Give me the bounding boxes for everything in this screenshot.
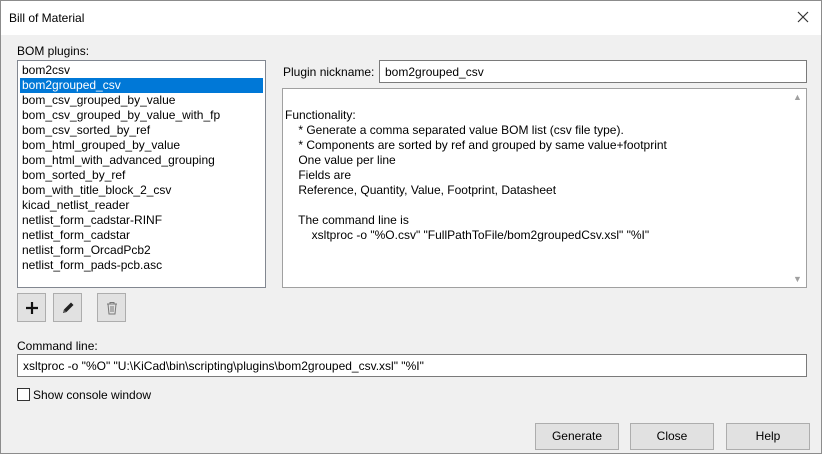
add-plugin-button[interactable] <box>17 293 46 322</box>
command-line-field[interactable] <box>17 354 807 377</box>
plugin-nickname-field[interactable] <box>379 60 807 83</box>
plugin-item-netlist-form-pads-pcb-asc[interactable]: netlist_form_pads-pcb.asc <box>20 258 263 273</box>
functionality-scrollbar[interactable]: ▲ ▼ <box>789 89 806 287</box>
functionality-line: * Generate a comma separated value BOM l… <box>285 123 624 137</box>
plugin-item-bom-csv-grouped-by-value[interactable]: bom_csv_grouped_by_value <box>20 93 263 108</box>
functionality-line: Functionality: <box>285 108 356 122</box>
plugin-item-bom2grouped-csv[interactable]: bom2grouped_csv <box>20 78 263 93</box>
close-window-button[interactable] <box>793 7 813 27</box>
plugin-item-netlist-form-cadstar[interactable]: netlist_form_cadstar <box>20 228 263 243</box>
help-button[interactable]: Help <box>726 423 810 450</box>
close-button[interactable]: Close <box>630 423 714 450</box>
plugin-item-bom-with-title-block-2-csv[interactable]: bom_with_title_block_2_csv <box>20 183 263 198</box>
plugin-item-kicad-netlist-reader[interactable]: kicad_netlist_reader <box>20 198 263 213</box>
functionality-text: Functionality: * Generate a comma separa… <box>285 93 788 273</box>
plugin-item-bom-html-with-advanced-grouping[interactable]: bom_html_with_advanced_grouping <box>20 153 263 168</box>
plugin-item-bom2csv[interactable]: bom2csv <box>20 63 263 78</box>
functionality-line: Fields are <box>285 168 352 182</box>
functionality-textarea[interactable]: Functionality: * Generate a comma separa… <box>282 88 807 288</box>
functionality-line: ​ <box>285 198 788 213</box>
plugin-item-bom-html-grouped-by-value[interactable]: bom_html_grouped_by_value <box>20 138 263 153</box>
functionality-line: xsltproc -o "%O.csv" "FullPathToFile/bom… <box>285 228 650 242</box>
scroll-up-icon[interactable]: ▲ <box>789 89 806 105</box>
bom-plugins-label: BOM plugins: <box>17 44 90 58</box>
edit-plugin-button[interactable] <box>53 293 82 322</box>
remove-plugin-button[interactable] <box>97 293 126 322</box>
generate-button[interactable]: Generate <box>535 423 619 450</box>
plugin-item-bom-csv-grouped-by-value-with-fp[interactable]: bom_csv_grouped_by_value_with_fp <box>20 108 263 123</box>
functionality-line: Reference, Quantity, Value, Footprint, D… <box>285 183 557 197</box>
command-line-input[interactable] <box>18 355 806 376</box>
functionality-line: * Components are sorted by ref and group… <box>285 138 667 152</box>
command-line-label: Command line: <box>17 339 98 353</box>
close-icon <box>793 7 813 27</box>
plugin-item-bom-sorted-by-ref[interactable]: bom_sorted_by_ref <box>20 168 263 183</box>
plugin-item-bom-csv-sorted-by-ref[interactable]: bom_csv_sorted_by_ref <box>20 123 263 138</box>
plugin-nickname-label: Plugin nickname: <box>283 65 375 79</box>
plugin-nickname-input[interactable] <box>380 61 806 82</box>
functionality-line: The command line is <box>285 213 409 227</box>
bom-dialog: Bill of Material BOM plugins: bom2csv bo… <box>0 0 822 454</box>
plugin-item-netlist-form-orcadpcb2[interactable]: netlist_form_OrcadPcb2 <box>20 243 263 258</box>
title-bar: Bill of Material <box>1 1 821 35</box>
functionality-line: One value per line <box>285 153 396 167</box>
scroll-down-icon[interactable]: ▼ <box>789 271 806 287</box>
window-title: Bill of Material <box>9 11 85 25</box>
show-console-label: Show console window <box>33 388 152 402</box>
plugin-item-netlist-form-cadstar-rinf[interactable]: netlist_form_cadstar-RINF <box>20 213 263 228</box>
bom-plugins-list[interactable]: bom2csv bom2grouped_csv bom_csv_grouped_… <box>17 60 266 288</box>
show-console-checkbox[interactable] <box>17 388 30 401</box>
